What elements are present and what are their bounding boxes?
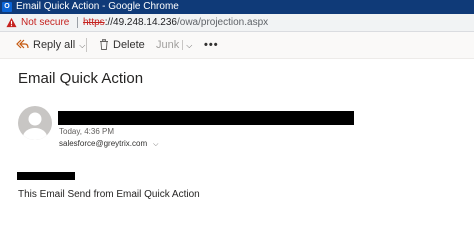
- reply-all-button[interactable]: Reply all ⌵: [16, 32, 85, 58]
- message-body: This Email Send from Email Quick Action: [18, 189, 200, 200]
- recipient-line[interactable]: salesforce@greytrix.com ⌵: [59, 139, 158, 149]
- trash-icon: [100, 39, 108, 50]
- warning-icon[interactable]: [6, 17, 17, 28]
- url-host: ://49.248.14.236: [104, 17, 177, 28]
- toolbar-divider: [86, 38, 87, 52]
- address-divider: [77, 17, 78, 28]
- url-field[interactable]: https://49.248.14.236/owa/projection.asp…: [83, 14, 268, 31]
- url-scheme: https: [83, 17, 105, 28]
- recipient-chevron-down-icon[interactable]: ⌵: [153, 141, 158, 148]
- delete-label: Delete: [113, 39, 145, 51]
- reply-all-icon: [16, 39, 29, 49]
- avatar[interactable]: [18, 106, 52, 140]
- junk-chevron-down-icon[interactable]: ⌵: [186, 41, 192, 50]
- reply-all-label: Reply all: [33, 39, 76, 51]
- sender-name-redacted: [58, 111, 354, 125]
- junk-label: Junk: [156, 39, 180, 51]
- junk-divider: [182, 40, 184, 50]
- url-path: /owa/projection.aspx: [176, 17, 269, 28]
- outlook-app-icon: O: [2, 2, 12, 12]
- browser-title-bar: O Email Quick Action - Google Chrome: [0, 0, 474, 14]
- greeting-redacted: [17, 172, 75, 180]
- address-bar[interactable]: Not secure https://49.248.14.236/owa/pro…: [0, 14, 474, 32]
- sent-time: Today, 4:36 PM: [59, 127, 114, 136]
- not-secure-label[interactable]: Not secure: [21, 14, 69, 31]
- message-toolbar: Reply all ⌵ Delete Junk ⌵ •••: [0, 32, 474, 59]
- delete-button[interactable]: Delete: [99, 32, 145, 58]
- message-subject: Email Quick Action: [18, 70, 144, 87]
- window-title: Email Quick Action - Google Chrome: [16, 1, 179, 12]
- recipient-address: salesforce@greytrix.com: [59, 139, 148, 148]
- reply-chevron-down-icon[interactable]: ⌵: [79, 41, 85, 50]
- junk-button[interactable]: Junk ⌵: [156, 32, 192, 58]
- more-actions-button[interactable]: •••: [204, 32, 219, 58]
- person-icon: [23, 112, 47, 140]
